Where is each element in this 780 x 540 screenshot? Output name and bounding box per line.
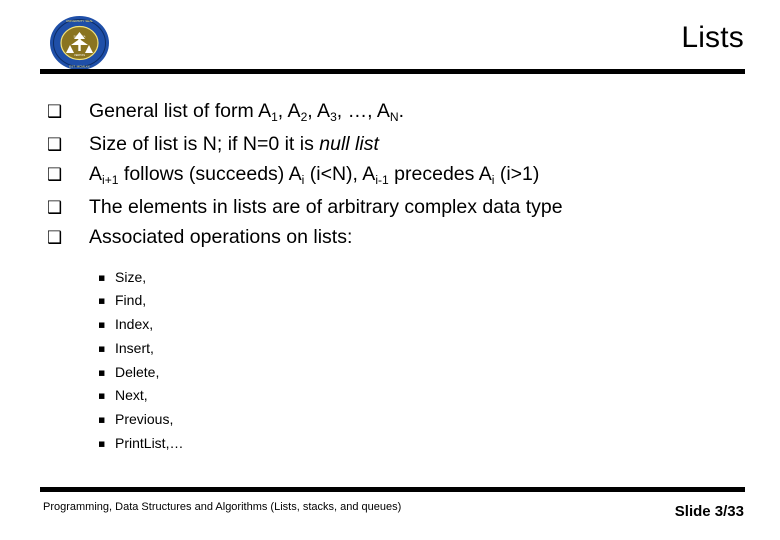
operation-item: ▪ Next, (98, 384, 744, 408)
text-segment: N (389, 109, 399, 124)
bullet-item-label: The elements in lists are of arbitrary c… (89, 196, 563, 218)
operation-item: ▪ Size, (98, 266, 744, 290)
operation-item-label: Next, (115, 387, 148, 404)
operation-item: ▪ Find, (98, 289, 744, 313)
bullet-square-icon: ❑ (47, 134, 63, 155)
operation-item-label: Find, (115, 292, 147, 309)
bullet-item-element-type: ❑ The elements in lists are of arbitrary … (44, 192, 744, 223)
operation-item-label: Insert, (115, 339, 154, 356)
text-segment: null list (319, 132, 379, 155)
bullet-item-label: Size of list is N; if N=0 it is null lis… (89, 133, 379, 155)
sub-bullet-square-icon: ▪ (98, 270, 106, 284)
text-segment: i+1 (102, 172, 119, 187)
operation-item: ▪ Delete, (98, 361, 744, 385)
bullet-item-label: General list of form A1, A2, A3, …, AN. (89, 100, 405, 124)
bullet-item-general-list: ❑ General list of form A1, A2, A3, …, AN. (44, 96, 744, 129)
bullet-item-order-relation: ❑ Ai+1 follows (succeeds) Ai (i<N), Ai-1 … (44, 159, 744, 192)
svg-text:SCIENTIA: SCIENTIA (74, 35, 86, 39)
svg-text:VERITAS: VERITAS (74, 53, 85, 57)
svg-text:EST. MCMLXX: EST. MCMLXX (69, 65, 90, 69)
sub-bullet-square-icon: ▪ (98, 318, 106, 332)
title-divider-rule (40, 69, 745, 74)
bullet-item-associated-operations: ❑ Associated operations on lists: (44, 222, 744, 253)
bullet-square-icon: ❑ (47, 165, 63, 185)
text-segment: Size of list is N; if N=0 it is (89, 132, 320, 155)
university-seal-logo: UNIVERSITY SEAL EST. MCMLXX SCIENTIA VER… (49, 15, 110, 71)
text-segment: 3 (330, 109, 337, 124)
sub-bullet-square-icon: ▪ (98, 389, 106, 403)
text-segment: i (301, 172, 305, 187)
svg-text:UNIVERSITY SEAL: UNIVERSITY SEAL (66, 19, 94, 23)
text-segment: The elements in lists are of arbitrary c… (89, 195, 563, 218)
bullet-item-label: Ai+1 follows (succeeds) Ai (i<N), Ai-1 p… (89, 163, 540, 187)
operation-item: ▪ Previous, (98, 408, 744, 432)
slide-title: Lists (681, 21, 744, 54)
text-segment: , …, A (336, 100, 390, 122)
text-segment: follows (succeeds) A (118, 163, 302, 185)
sub-bullet-square-icon: ▪ (98, 341, 106, 355)
operation-item-label: Previous, (115, 411, 174, 428)
operation-item: ▪ Insert, (98, 337, 744, 361)
sub-bullet-square-icon: ▪ (98, 437, 106, 451)
operation-item-label: PrintList,… (115, 435, 184, 452)
text-segment: precedes A (388, 163, 492, 185)
bullet-list: ❑ General list of form A1, A2, A3, …, AN.… (44, 96, 744, 253)
text-segment: . (398, 100, 405, 122)
text-segment: 1 (271, 109, 278, 124)
bullet-square-icon: ❑ (47, 228, 63, 248)
text-segment: , A (307, 100, 331, 122)
footer-text: Programming, Data Structures and Algorit… (43, 501, 402, 513)
bullet-item-size-of-list: ❑ Size of list is N; if N=0 it is null li… (44, 129, 744, 160)
bullet-item-label: Associated operations on lists: (89, 226, 352, 248)
operation-item: ▪ PrintList,… (98, 432, 744, 456)
text-segment: 2 (300, 109, 308, 124)
operations-list: ▪ Size, ▪ Find, ▪ Index, ▪ Insert, ▪ Delete, ▪ Next… (44, 266, 744, 456)
slide-body: ❑ General list of form A1, A2, A3, …, AN.… (44, 96, 744, 456)
bullet-square-icon: ❑ (47, 102, 63, 122)
operation-item-label: Size, (115, 268, 147, 285)
text-segment: , A (277, 100, 301, 122)
text-segment: (i<N), A (304, 163, 376, 185)
operation-item: ▪ Index, (98, 313, 744, 337)
footer-divider-rule (40, 487, 745, 492)
text-segment: General list of form A (89, 100, 272, 122)
text-segment: i-1 (375, 172, 389, 187)
text-segment: A (89, 163, 103, 185)
slide-number: Slide 3/33 (674, 503, 744, 520)
sub-bullet-square-icon: ▪ (98, 294, 106, 308)
text-segment: (i>1) (494, 163, 540, 185)
text-segment: Associated operations on lists: (89, 226, 353, 248)
sub-bullet-square-icon: ▪ (98, 365, 106, 379)
bullet-square-icon: ❑ (47, 197, 63, 218)
slide-canvas: UNIVERSITY SEAL EST. MCMLXX SCIENTIA VER… (0, 0, 780, 540)
sub-bullet-square-icon: ▪ (98, 413, 106, 427)
operation-item-label: Delete, (115, 363, 160, 380)
operation-item-label: Index, (115, 316, 154, 333)
